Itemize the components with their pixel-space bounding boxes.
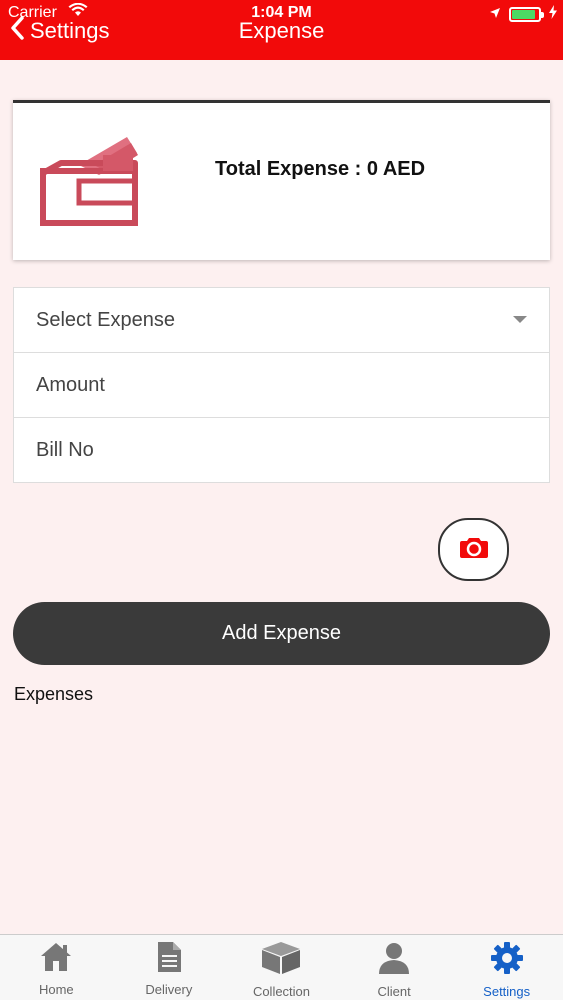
tab-home-label: Home [38,982,74,997]
tab-collection-label: Collection [252,984,311,999]
tab-client[interactable]: Client [338,935,451,1000]
tab-settings[interactable]: Settings [450,935,563,1000]
total-expense-text: Total Expense : 0 AED [215,158,426,180]
tab-bar: Home Delivery Collection Client Settings [0,934,563,1000]
bill-no-input[interactable] [36,439,516,462]
header-bar: Carrier 1:04 PM Settings Expense [0,0,563,60]
tab-delivery-label: Delivery [145,982,193,997]
tab-collection[interactable]: Collection [225,935,338,1000]
wallet-icon [39,135,151,232]
gear-icon [490,941,524,980]
person-icon [377,941,411,980]
tab-client-label: Client [377,984,411,999]
amount-input[interactable] [36,373,516,397]
select-expense-dropdown[interactable]: Select Expense [14,288,549,353]
bill-no-row [14,418,549,483]
expense-form: Select Expense [13,287,550,483]
tab-home[interactable]: Home [0,935,113,1000]
add-expense-button[interactable]: Add Expense [13,602,550,665]
select-expense-label: Select Expense [36,308,175,331]
amount-row [14,353,549,418]
add-expense-label: Add Expense [222,622,341,644]
total-expense-card: Total Expense : 0 AED [13,100,550,260]
tab-settings-label: Settings [483,984,531,999]
dropdown-arrow-icon [513,316,527,323]
tab-delivery[interactable]: Delivery [113,935,226,1000]
camera-button[interactable] [438,518,509,581]
document-icon [155,941,183,978]
page-title: Expense [238,18,325,43]
box-icon [261,941,301,980]
home-icon [39,941,73,978]
expenses-section-label: Expenses [14,684,94,704]
camera-icon [459,536,488,563]
